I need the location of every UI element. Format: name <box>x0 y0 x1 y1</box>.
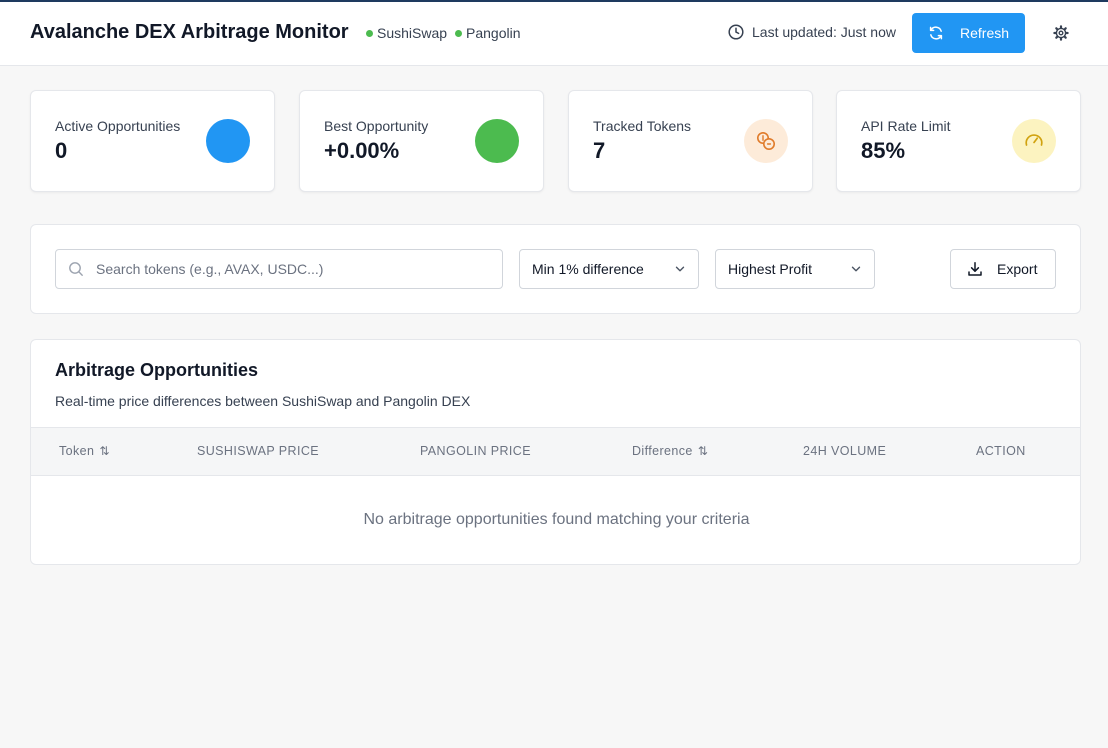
stat-value: +0.00% <box>324 138 400 163</box>
search-input[interactable] <box>96 261 476 277</box>
column-label: Token <box>59 444 95 458</box>
table-header: Token ⇅ SUSHISWAP PRICE PANGOLIN PRICE D… <box>31 427 1080 476</box>
stat-card-tracked-tokens: Tracked Tokens 7 <box>568 90 813 192</box>
filter-panel: Min 1% difference Highest Profit Export <box>30 224 1081 314</box>
status-dot-icon <box>366 29 373 37</box>
refresh-icon <box>929 26 943 40</box>
search-icon <box>69 262 83 276</box>
download-icon <box>968 262 982 276</box>
column-header-token[interactable]: Token ⇅ <box>59 444 110 458</box>
refresh-label: Refresh <box>960 25 1010 41</box>
stat-value: 7 <box>593 138 606 163</box>
coins-icon <box>744 119 788 163</box>
min-difference-value: Min 1% difference <box>532 261 644 277</box>
column-label: Difference <box>632 444 693 458</box>
settings-button[interactable] <box>1050 22 1072 44</box>
opportunities-panel: Arbitrage Opportunities Real-time price … <box>30 339 1081 565</box>
gear-icon <box>1053 25 1069 41</box>
column-label: SUSHISWAP PRICE <box>197 444 319 458</box>
column-header-pangolin-price: PANGOLIN PRICE <box>420 444 531 458</box>
column-header-sushiswap-price: SUSHISWAP PRICE <box>197 444 319 458</box>
column-label: ACTION <box>976 444 1026 458</box>
column-header-action: ACTION <box>976 444 1026 458</box>
app-header: Avalanche DEX Arbitrage Monitor SushiSwa… <box>0 2 1108 66</box>
column-header-24h-volume: 24H VOLUME <box>803 444 886 458</box>
dex-status-label: Pangolin <box>466 25 521 41</box>
sort-icon: ⇅ <box>697 444 709 458</box>
dex-status-pangolin: Pangolin <box>455 25 521 41</box>
sort-by-select[interactable]: Highest Profit <box>715 249 875 289</box>
column-label: 24H VOLUME <box>803 444 887 458</box>
empty-state-message: No arbitrage opportunities found matchin… <box>363 511 750 528</box>
search-box[interactable] <box>55 249 503 289</box>
column-label: PANGOLIN PRICE <box>420 444 531 458</box>
chevron-down-icon <box>675 266 685 272</box>
column-header-difference[interactable]: Difference ⇅ <box>632 444 708 458</box>
last-updated-text: Last updated: Just now <box>752 24 896 40</box>
sort-icon: ⇅ <box>99 444 110 458</box>
active-opportunities-icon <box>206 119 250 163</box>
sort-by-value: Highest Profit <box>728 261 813 277</box>
stat-card-active-opportunities: Active Opportunities 0 <box>30 90 275 192</box>
stat-label: Active Opportunities <box>55 118 181 134</box>
export-label: Export <box>997 261 1038 277</box>
best-opportunity-icon <box>475 119 519 163</box>
last-updated: Last updated: Just now <box>728 24 896 40</box>
section-title: Arbitrage Opportunities <box>55 360 259 380</box>
stat-label: Tracked Tokens <box>593 118 692 134</box>
stat-value: 0 <box>55 138 68 163</box>
dex-status-label: SushiSwap <box>377 25 448 41</box>
refresh-button[interactable]: Refresh <box>912 13 1025 53</box>
section-subtitle: Real-time price differences between Sush… <box>55 393 471 409</box>
stat-label: API Rate Limit <box>861 118 951 134</box>
dex-status-sushiswap: SushiSwap <box>366 25 447 41</box>
stat-card-api-rate-limit: API Rate Limit 85% <box>836 90 1081 192</box>
min-difference-select[interactable]: Min 1% difference <box>519 249 699 289</box>
export-button[interactable]: Export <box>950 249 1056 289</box>
chevron-down-icon <box>851 266 861 272</box>
clock-icon <box>728 24 744 40</box>
gauge-icon <box>1012 119 1056 163</box>
stat-label: Best Opportunity <box>324 118 429 134</box>
stat-value: 85% <box>861 138 906 163</box>
status-dot-icon <box>455 29 462 37</box>
app-title: Avalanche DEX Arbitrage Monitor <box>30 21 349 43</box>
stat-card-best-opportunity: Best Opportunity +0.00% <box>299 90 544 192</box>
